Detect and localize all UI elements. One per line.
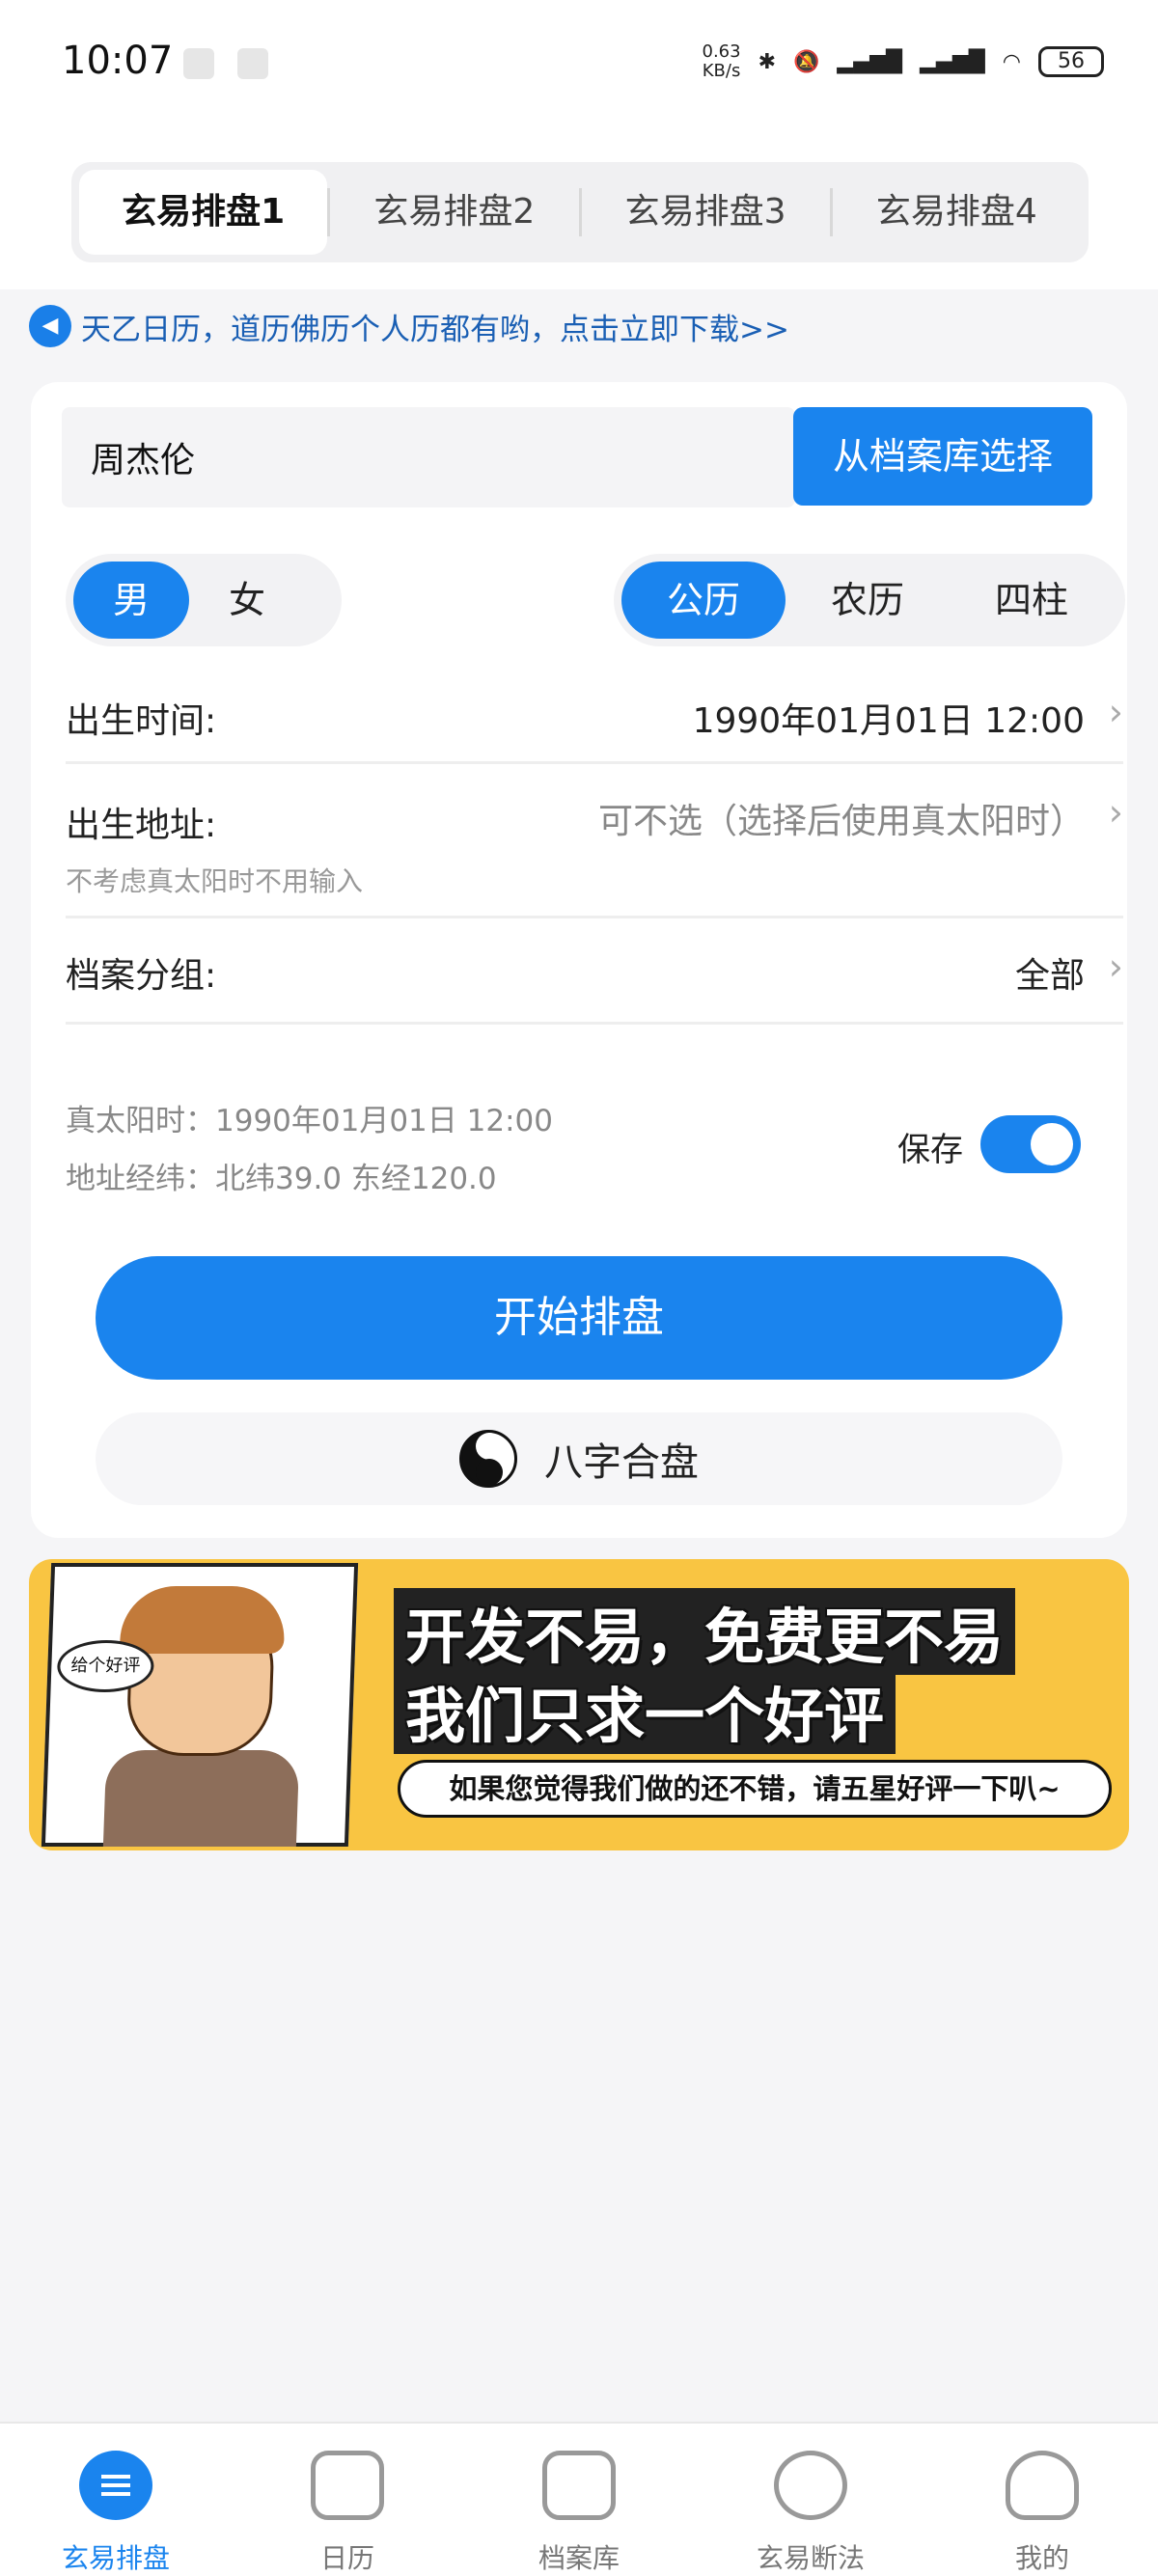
tab-bar: 玄易排盘1 玄易排盘2 玄易排盘3 玄易排盘4 xyxy=(71,162,1089,262)
tab-paipan-2[interactable]: 玄易排盘2 xyxy=(330,170,578,255)
notice-banner[interactable]: ◀ 天乙日历，道历佛历个人历都有哟，点击立即下载>> xyxy=(29,305,789,347)
nav-item-duanfa[interactable]: 玄易断法 xyxy=(695,2424,926,2576)
banner-headline-2: 我们只求一个好评 xyxy=(394,1667,896,1754)
yin-yang-icon xyxy=(459,1430,517,1488)
nav-item-profile[interactable]: 我的 xyxy=(926,2424,1158,2576)
bazi-hepan-button[interactable]: 八字合盘 xyxy=(96,1412,1062,1505)
battery-icon: 56 xyxy=(1038,46,1104,77)
birth-time-row[interactable]: 出生时间: 1990年01月01日 12:00 › xyxy=(66,671,1123,764)
nav-label: 玄易排盘 xyxy=(61,2542,170,2574)
gender-male-option[interactable]: 男 xyxy=(73,562,189,639)
nav-label: 档案库 xyxy=(538,2542,620,2574)
birth-time-label: 出生时间: xyxy=(66,701,217,741)
review-banner[interactable]: 给个好评 开发不易，免费更不易 我们只求一个好评 如果您觉得我们做的还不错，请五… xyxy=(29,1559,1129,1850)
birth-place-row[interactable]: 出生地址: 可不选（选择后使用真太阳时） › 不考虑真太阳时不用输入 xyxy=(66,764,1123,918)
toggle-knob xyxy=(1031,1123,1073,1165)
archive-group-value: 全部 xyxy=(1014,956,1085,996)
calendar-lunar-option[interactable]: 农历 xyxy=(786,562,950,639)
save-toggle[interactable] xyxy=(980,1115,1081,1173)
tab-bar-container: 玄易排盘1 玄易排盘2 玄易排盘3 玄易排盘4 xyxy=(0,135,1158,289)
banner-subtext: 如果您觉得我们做的还不错，请五星好评一下叭~ xyxy=(398,1760,1112,1818)
status-icons: 0.63 KB/s ✱ 🔕 ▂▄▆█ ▂▄▆█ ◠ 56 xyxy=(703,42,1104,81)
birth-place-hint: 可不选（选择后使用真太阳时） xyxy=(597,802,1085,841)
chevron-right-icon: › xyxy=(1108,945,1123,988)
calendar-solar-option[interactable]: 公历 xyxy=(621,562,786,639)
gender-female-option[interactable]: 女 xyxy=(189,562,305,639)
nav-label: 玄易断法 xyxy=(756,2542,865,2574)
paipan-form-card: 从档案库选择 男 女 公历 农历 四柱 出生时间: 1990年01月01日 12… xyxy=(31,382,1127,1538)
name-input[interactable] xyxy=(62,407,795,507)
nav-item-paipan[interactable]: 玄易排盘 xyxy=(0,2424,232,2576)
archive-group-label: 档案分组: xyxy=(66,956,217,996)
true-solar-time: 真太阳时：1990年01月01日 12:00 xyxy=(66,1104,553,1138)
select-from-archive-button[interactable]: 从档案库选择 xyxy=(793,407,1092,506)
nav-item-archive[interactable]: 档案库 xyxy=(463,2424,695,2576)
net-speed: 0.63 KB/s xyxy=(703,42,741,81)
birth-place-subtext: 不考虑真太阳时不用输入 xyxy=(66,865,364,897)
save-label: 保存 xyxy=(897,1131,963,1169)
archive-icon xyxy=(542,2451,616,2520)
status-bar: 10:07 0.63 KB/s ✱ 🔕 ▂▄▆█ ▂▄▆█ ◠ 56 xyxy=(0,0,1158,135)
calendar-sizhu-option[interactable]: 四柱 xyxy=(950,562,1114,639)
comic-illustration: 给个好评 xyxy=(41,1563,359,1847)
calendar-type-selector: 公历 农历 四柱 xyxy=(614,554,1125,646)
banner-headline-1: 开发不易，免费更不易 xyxy=(394,1588,1016,1675)
calendar-icon xyxy=(311,2451,384,2520)
notification-icon xyxy=(183,48,214,79)
tab-paipan-3[interactable]: 玄易排盘3 xyxy=(582,170,830,255)
net-speed-unit: KB/s xyxy=(702,61,741,81)
nav-label: 日历 xyxy=(319,2542,374,2574)
speaker-icon: ◀ xyxy=(29,305,71,347)
bazi-hepan-label: 八字合盘 xyxy=(544,1440,699,1485)
signal-icon: ▂▄▆█ xyxy=(920,49,985,74)
status-time: 10:07 xyxy=(62,39,174,83)
tab-paipan-4[interactable]: 玄易排盘4 xyxy=(833,170,1081,255)
birth-time-value: 1990年01月01日 12:00 xyxy=(692,701,1085,741)
tab-paipan-1[interactable]: 玄易排盘1 xyxy=(79,170,328,255)
address-coordinates: 地址经纬：北纬39.0 东经120.0 xyxy=(66,1162,497,1196)
wifi-icon: ◠ xyxy=(1002,49,1021,74)
comic-body xyxy=(102,1750,300,1847)
nav-item-calendar[interactable]: 日历 xyxy=(232,2424,463,2576)
chevron-right-icon: › xyxy=(1108,791,1123,834)
comic-hair xyxy=(119,1586,287,1654)
birth-place-label: 出生地址: xyxy=(66,806,217,845)
user-icon xyxy=(1006,2451,1079,2520)
gender-selector: 男 女 xyxy=(66,554,342,646)
bagua-icon xyxy=(774,2451,847,2520)
signal-icon: ▂▄▆█ xyxy=(837,49,903,74)
chevron-right-icon: › xyxy=(1108,691,1123,733)
bluetooth-icon: ✱ xyxy=(758,49,777,74)
net-speed-value: 0.63 xyxy=(702,41,741,62)
archive-group-row[interactable]: 档案分组: 全部 › xyxy=(66,918,1123,1025)
notice-text[interactable]: 天乙日历，道历佛历个人历都有哟，点击立即下载>> xyxy=(81,305,789,348)
bottom-nav: 玄易排盘 日历 档案库 玄易断法 我的 xyxy=(0,2422,1158,2576)
mute-icon: 🔕 xyxy=(793,49,820,74)
paipan-icon xyxy=(79,2451,152,2520)
nav-label: 我的 xyxy=(1014,2542,1069,2574)
notification-icon xyxy=(237,48,268,79)
start-paipan-button[interactable]: 开始排盘 xyxy=(96,1256,1062,1380)
